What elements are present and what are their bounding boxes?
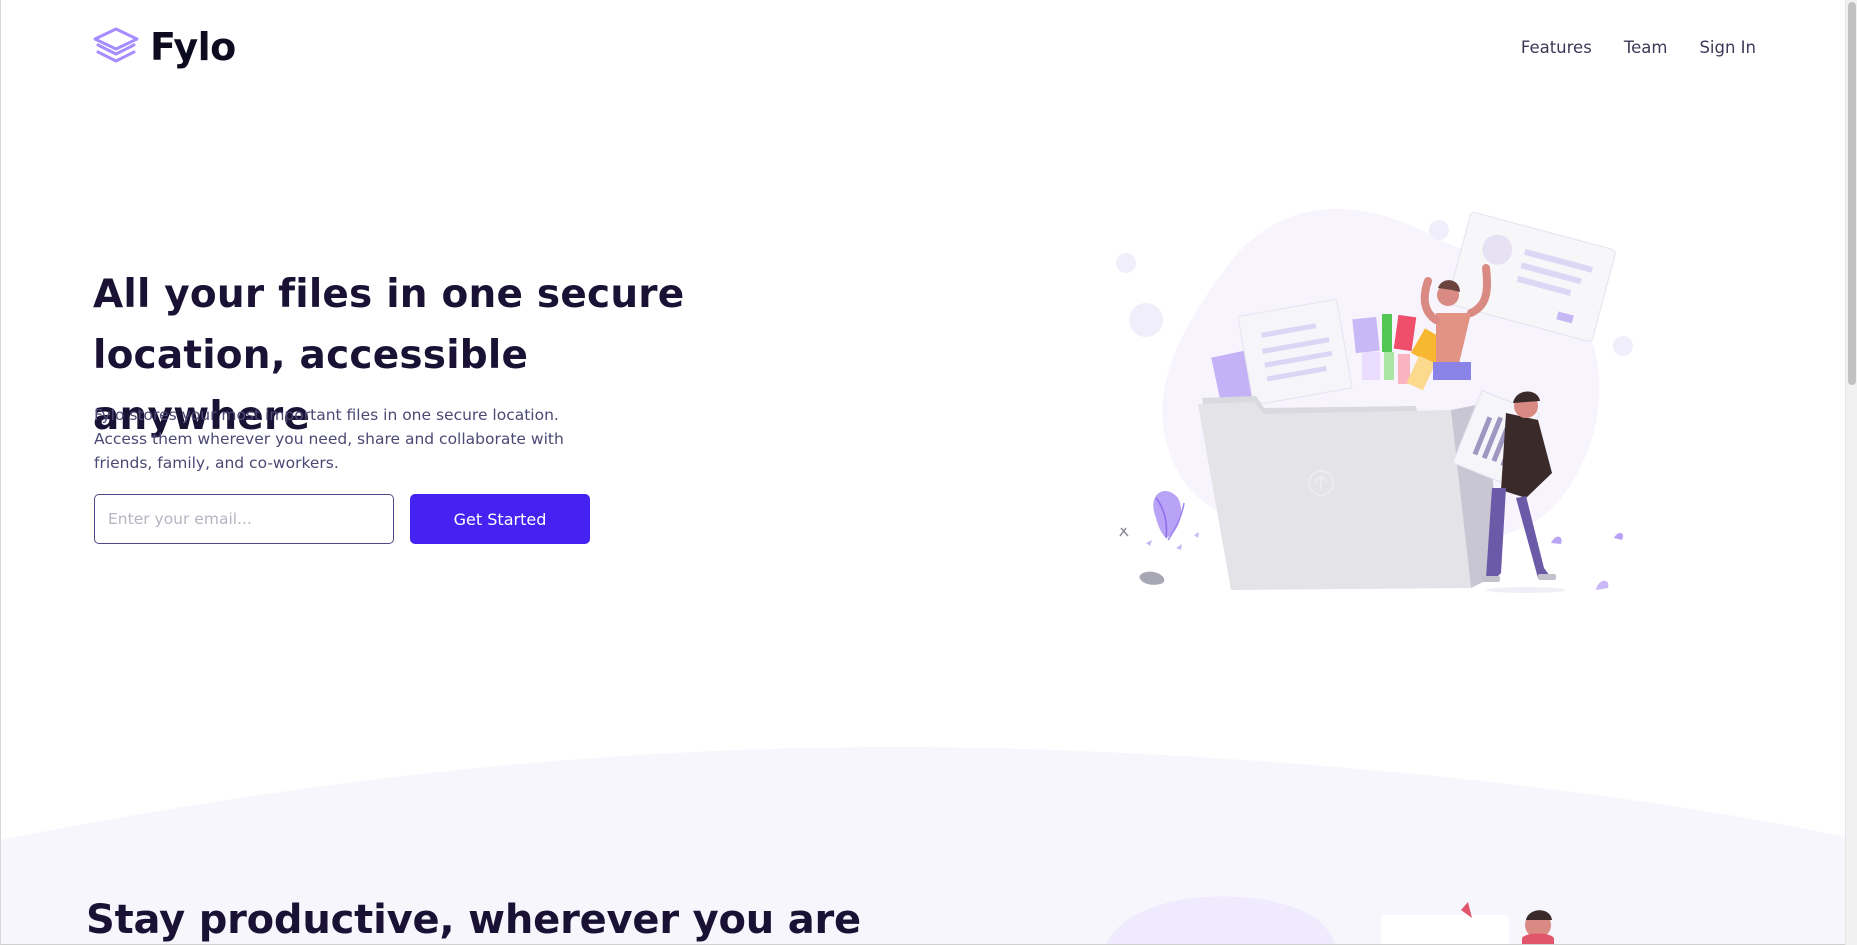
brand-logo[interactable]: Fylo bbox=[92, 27, 236, 67]
people-uploading-files-illustration bbox=[1116, 208, 1633, 593]
email-input[interactable] bbox=[94, 494, 394, 544]
scrollbar-thumb[interactable] bbox=[1848, 2, 1856, 385]
main-nav: Features Team Sign In bbox=[1521, 38, 1756, 57]
section-title: Stay productive, wherever you are bbox=[86, 897, 861, 943]
stay-productive-illustration bbox=[1106, 896, 1554, 944]
stacked-layers-icon bbox=[93, 27, 139, 63]
vertical-scrollbar[interactable] bbox=[1845, 0, 1857, 945]
hero-description: Fylo stores your most important files in… bbox=[94, 406, 564, 472]
nav-link-sign-in[interactable]: Sign In bbox=[1699, 38, 1756, 57]
page-viewport: Fylo Features Team Sign In All your file… bbox=[0, 0, 1845, 945]
hero-title-line-1: All your files in one secure bbox=[93, 272, 685, 317]
nav-link-team[interactable]: Team bbox=[1624, 38, 1668, 57]
nav-link-features[interactable]: Features bbox=[1521, 38, 1592, 57]
brand-name: Fylo bbox=[150, 25, 236, 69]
get-started-button[interactable]: Get Started bbox=[410, 494, 590, 544]
